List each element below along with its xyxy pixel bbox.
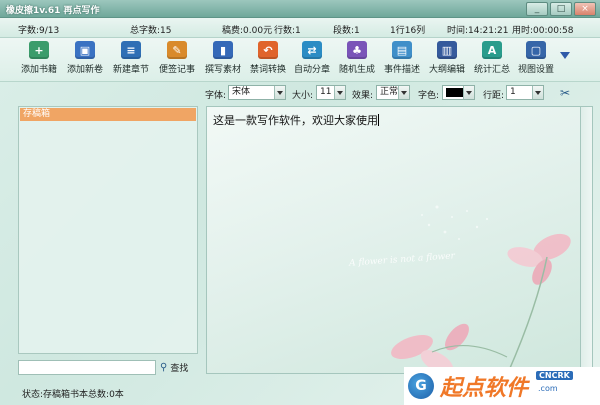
background-decoration [391,205,571,373]
watermark: G 起点软件 CNCRK .com [404,367,600,405]
chevron-down-icon [398,86,409,99]
event-description-button[interactable]: ▤ 事件描述 [379,41,425,79]
note-icon: ✎ [167,41,187,59]
convert-icon: ↶ [258,41,278,59]
char-count: 字数:9/13 [18,26,60,36]
watermark-domain: .com [538,384,558,393]
view-settings-button[interactable]: ▢ 视图设置 [513,41,559,79]
window-controls: _ □ × [526,2,596,16]
main-toolbar: + 添加书籍 ▣ 添加新卷 ≡ 新建章节 ✎ 便签记事 ▮ 撰写素材 ↶ 禁词转换 ⇄ 自动分… [0,38,600,82]
word-convert-button[interactable]: ↶ 禁词转换 [245,41,291,79]
paragraph-count: 段数:1 [333,26,360,36]
search-label: 查找 [170,364,189,374]
size-label: 大小: [292,91,314,101]
line-count: 行数:1 [274,26,301,36]
size-value: 11 [320,87,332,97]
close-button[interactable]: × [574,2,596,16]
size-select[interactable]: 11 [316,85,346,100]
cursor-position: 1行16列 [390,26,426,36]
search-button[interactable]: ⚲ 查找 [160,361,188,374]
editor-content[interactable]: 这是一款写作软件，欢迎大家使用 [213,112,379,128]
add-volume-button[interactable]: ▣ 添加新卷 [62,41,108,79]
watermark-logo-icon: G [408,373,434,399]
effect-value: 正常 [380,87,399,97]
scissors-icon[interactable]: ✂ [560,86,570,100]
color-label: 字色: [418,91,440,101]
new-chapter-icon: ≡ [121,41,141,59]
split-chapter-icon: ⇄ [302,41,322,59]
text-caret [378,114,379,126]
editor-scrollbar[interactable] [581,106,593,374]
random-generate-button[interactable]: ♣ 随机生成 [334,41,380,79]
status-bar: 状态:存稿箱书本总数:0本 [22,390,124,400]
tree-item-drafts[interactable]: 存稿箱 [20,108,196,121]
clock: 时间:14:21:21 [447,26,509,36]
random-icon: ♣ [347,41,367,59]
effect-select[interactable]: 正常 [376,85,410,100]
outline-icon: ▥ [437,41,457,59]
title-bar: 橡皮擦1v.61 再点写作 _ □ × [0,0,600,18]
note-button[interactable]: ✎ 便签记事 [154,41,200,79]
chevron-down-icon [532,86,543,99]
editor-text: 这是一款写作软件，欢迎大家使用 [213,114,378,127]
toolbar-more-icon[interactable] [560,52,570,59]
watermark-badge: CNCRK [536,371,573,380]
fee-display: 稿费:0.00元 [222,26,273,36]
add-book-icon: + [29,41,49,59]
event-icon: ▤ [392,41,412,59]
chevron-down-icon [463,86,474,99]
view-settings-icon: ▢ [526,41,546,59]
material-button[interactable]: ▮ 撰写素材 [200,41,246,79]
stats-icon: A [482,41,502,59]
text-color-select[interactable] [442,85,475,100]
manuscript-tree[interactable]: 存稿箱 [18,106,198,354]
window-title: 橡皮擦1v.61 再点写作 [6,6,100,16]
auto-split-button[interactable]: ⇄ 自动分章 [289,41,335,79]
outline-edit-button[interactable]: ▥ 大纲编辑 [424,41,470,79]
used-time: 用时:00:00:58 [512,26,574,36]
search-input[interactable] [18,360,156,375]
chevron-down-icon [334,86,345,99]
search-icon: ⚲ [160,362,168,373]
linespacing-select[interactable]: 1 [506,85,544,100]
effect-label: 效果: [352,91,374,101]
format-bar: 字体: 宋体 大小: 11 效果: 正常 字色: 行距: 1 ✂ [200,84,600,102]
stats-summary-button[interactable]: A 统计汇总 [469,41,515,79]
linespacing-label: 行距: [483,91,505,101]
chevron-down-icon [274,86,285,99]
font-select[interactable]: 宋体 [228,85,286,100]
maximize-button[interactable]: □ [550,2,572,16]
total-char-count: 总字数:15 [130,26,172,36]
linespacing-value: 1 [510,87,516,97]
flower-decoration [391,233,571,373]
new-chapter-button[interactable]: ≡ 新建章节 [108,41,154,79]
editor-area[interactable]: 这是一款写作软件，欢迎大家使用 A flower is not a flower [206,106,581,374]
add-book-button[interactable]: + 添加书籍 [16,41,62,79]
minimize-button[interactable]: _ [526,2,548,16]
watermark-text: 起点软件 [440,376,529,401]
add-volume-icon: ▣ [75,41,95,59]
stats-bar: 字数:9/13 总字数:15 稿费:0.00元 行数:1 段数:1 1行16列 … [0,18,600,38]
material-icon: ▮ [213,41,233,59]
font-label: 字体: [205,91,227,101]
sparkle-decoration [421,205,489,240]
font-value: 宋体 [232,87,251,97]
